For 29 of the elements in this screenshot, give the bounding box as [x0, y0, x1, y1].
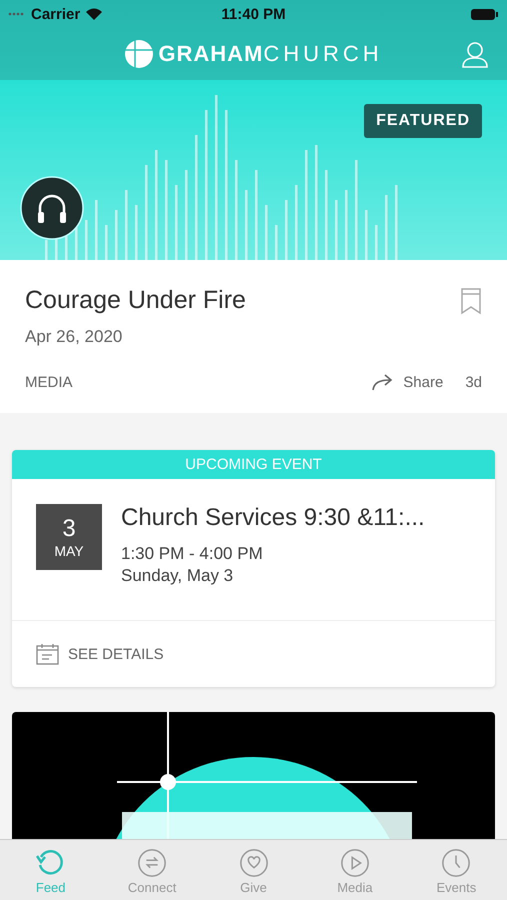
tab-bar-item[interactable]: Connect: [101, 840, 203, 900]
event-title: Church Services 9:30 &11:...: [121, 504, 425, 532]
category-label: MEDIA: [25, 374, 73, 390]
event-date: Sunday, May 3: [121, 566, 234, 586]
post-age: 3d: [465, 374, 482, 390]
wifi-icon: [85, 7, 104, 21]
headphones-icon[interactable]: [20, 176, 84, 240]
tab-bar-item[interactable]: Media: [304, 840, 406, 900]
arrows-icon: [137, 848, 168, 878]
share-link[interactable]: Share: [403, 374, 444, 390]
post-title: Courage Under Fire: [25, 286, 246, 315]
clock-time: 11:40 PM: [221, 6, 286, 22]
event-time: 1:30 PM - 4:00 PM: [121, 544, 264, 564]
play-icon: [340, 848, 370, 878]
tab-bar-item[interactable]: Feed: [0, 840, 102, 900]
signal-icon: [8, 11, 26, 17]
battery-icon: [471, 8, 499, 20]
featured-badge: FEATURED: [364, 104, 482, 138]
carrier-name: Carrier: [31, 6, 80, 22]
clock-icon: [441, 848, 472, 878]
tab-bar-item[interactable]: Events: [406, 840, 507, 900]
calendar-icon: [36, 643, 60, 665]
date-tile: 3 MAY: [36, 504, 102, 570]
logo-text: GRAHAMCHURCH: [158, 41, 383, 67]
post-date: Apr 26, 2020: [25, 327, 124, 347]
logo-icon: [124, 39, 154, 69]
see-details-link[interactable]: SEE DETAILS: [68, 646, 164, 662]
upcoming-event-banner: UPCOMING EVENT: [12, 450, 495, 479]
tab-bar-item[interactable]: Give: [202, 840, 304, 900]
